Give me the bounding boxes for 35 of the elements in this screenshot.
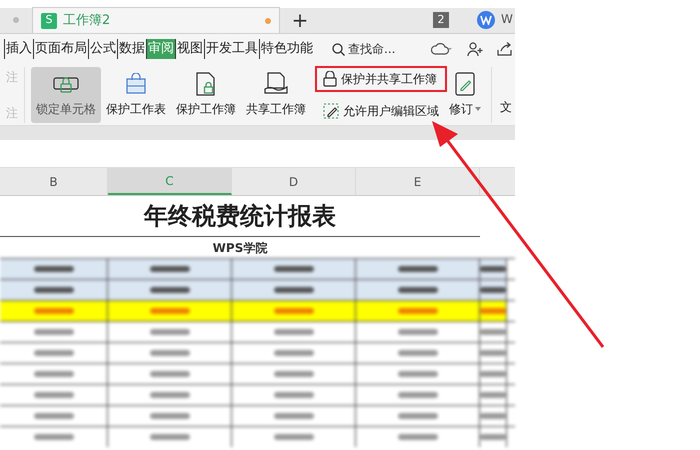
ribbon-button[interactable]: 文 [500,98,512,116]
sheet-title: 年终税费统计报表 [142,201,337,232]
add-user-icon[interactable] [467,42,484,56]
ribbon-button[interactable]: 保护并共享工作簿 [315,66,447,92]
document-hand-icon [264,72,288,96]
caret-icon [475,106,481,110]
document-lock-icon [195,72,217,96]
menu-tab[interactable]: 插入 [4,39,33,59]
spreadsheet-icon: S [41,12,57,28]
new-tab-button[interactable]: + [280,7,320,33]
menu-tab[interactable]: 特色功能 [259,39,314,59]
ribbon-button[interactable]: 允许用户编辑区域 [315,98,447,124]
menu-tab[interactable]: 开发工具 [204,39,259,59]
ribbon-button[interactable]: 共享工作簿 [241,66,311,122]
column-header[interactable]: E [356,168,480,195]
menu-tab[interactable]: 视图 [175,39,204,59]
tab-count[interactable]: 2 [433,12,449,28]
ribbon-button[interactable]: 锁定单元格 [31,66,101,122]
search-command-button[interactable]: 查找命... [332,40,396,58]
account-name[interactable]: W [501,10,515,28]
document-pen-icon [455,72,475,96]
ribbon-button[interactable]: 保护工作簿 [171,66,241,122]
revise-button[interactable]: 修订 [447,66,483,122]
share-icon[interactable] [497,42,514,56]
sheet-subtitle: WPS学院 [0,236,480,258]
padlock-icon [323,70,337,86]
cloud-icon[interactable] [431,42,454,56]
sheet-lock-icon [125,72,147,94]
search-icon [332,42,345,56]
ribbon-button[interactable]: 保护工作表 [101,66,171,122]
edit-range-icon [323,102,339,118]
column-header[interactable]: D [232,168,356,195]
menu-tab[interactable]: 页面布局 [33,39,88,59]
logo-icon [477,11,495,29]
menu-tab[interactable]: 公式 [88,39,117,59]
